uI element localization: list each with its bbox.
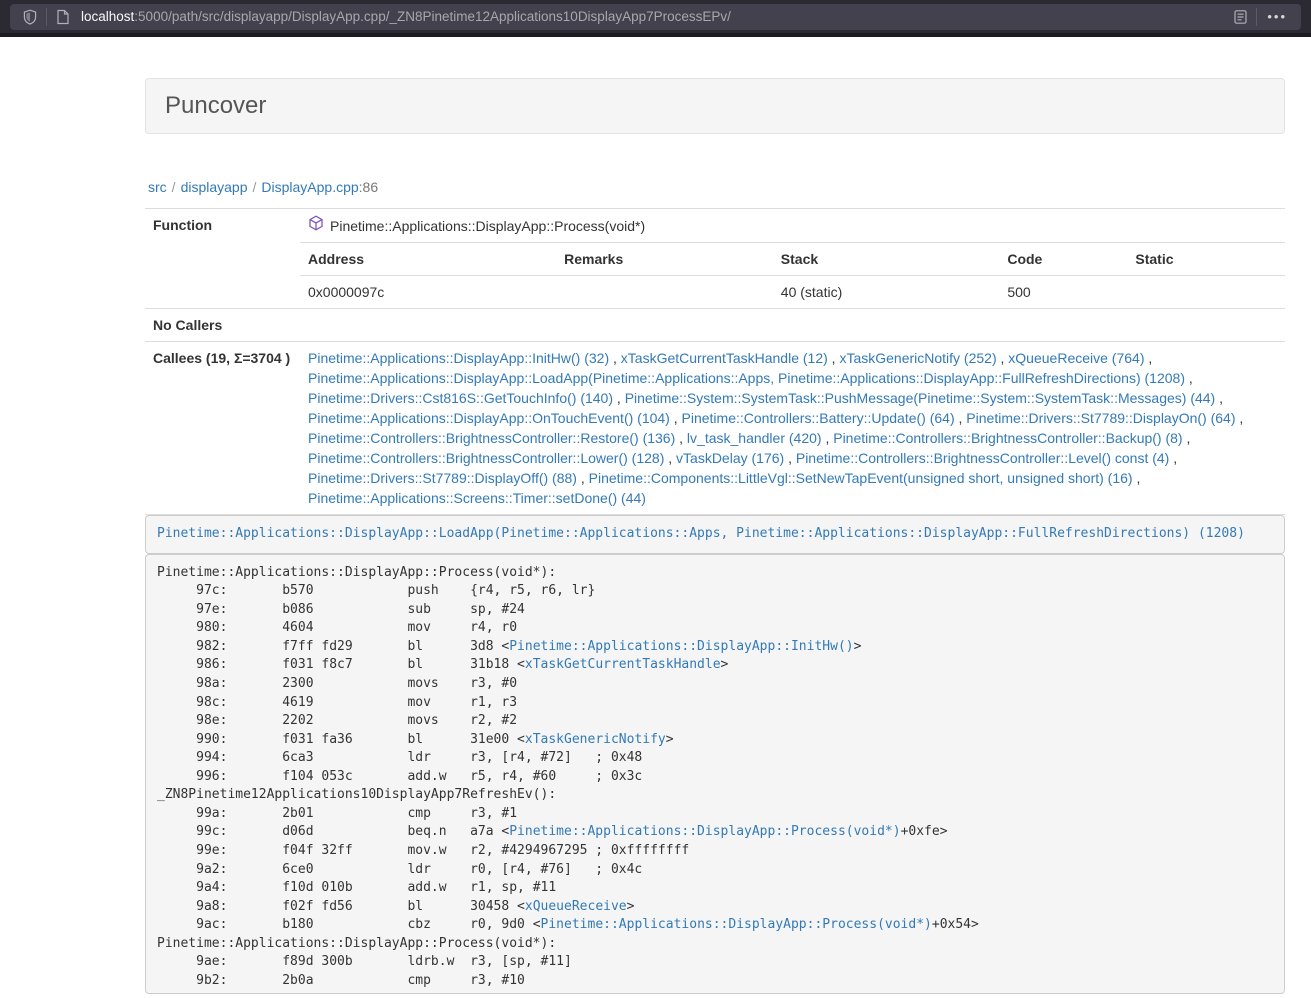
- callee-link[interactable]: Pinetime::Controllers::Battery::Update()…: [682, 410, 955, 426]
- function-row-label: Function: [145, 209, 300, 309]
- callees-label: Callees (19, Σ=3704 ): [145, 342, 300, 515]
- url-bar[interactable]: localhost:5000/path/src/displayapp/Displ…: [10, 4, 1301, 30]
- breadcrumb-link-src[interactable]: src: [148, 179, 167, 195]
- asm-symbol-link[interactable]: xTaskGenericNotify: [525, 732, 666, 747]
- callee-link[interactable]: Pinetime::Applications::DisplayApp::OnTo…: [308, 410, 670, 426]
- code-value: 500: [999, 276, 1127, 309]
- function-info-table: Function Pinetime::Applications::Display…: [145, 208, 1285, 515]
- toolbar-divider: [1256, 8, 1257, 26]
- callee-link[interactable]: Pinetime::Controllers::BrightnessControl…: [796, 450, 1169, 466]
- shield-icon[interactable]: [18, 6, 42, 28]
- callee-link[interactable]: Pinetime::Components::LittleVgl::SetNewT…: [589, 470, 1133, 486]
- callee-link[interactable]: Pinetime::Applications::Screens::Timer::…: [308, 490, 646, 506]
- callee-link[interactable]: xQueueReceive (764): [1008, 350, 1144, 366]
- col-header-code: Code: [999, 243, 1127, 276]
- static-value: [1127, 276, 1285, 309]
- callee-link[interactable]: lv_task_handler (420): [687, 430, 822, 446]
- stack-value: 40 (static): [773, 276, 1000, 309]
- callee-link[interactable]: Pinetime::Controllers::BrightnessControl…: [308, 450, 664, 466]
- function-name: Pinetime::Applications::DisplayApp::Proc…: [330, 216, 645, 236]
- asm-symbol-link[interactable]: Pinetime::Applications::DisplayApp::Proc…: [541, 917, 932, 932]
- app-title: Puncover: [165, 92, 1265, 120]
- page-container: Puncover src/displayapp/DisplayApp.cpp:8…: [145, 78, 1285, 994]
- breadcrumb-separator: /: [172, 179, 176, 195]
- callee-link[interactable]: Pinetime::Applications::DisplayApp::Init…: [308, 350, 609, 366]
- callee-link[interactable]: xTaskGetCurrentTaskHandle (12): [621, 350, 828, 366]
- url-text: localhost:5000/path/src/displayapp/Displ…: [81, 9, 1228, 24]
- callee-link[interactable]: vTaskDelay (176): [676, 450, 784, 466]
- chrome-bottom-strip: [0, 33, 1311, 37]
- callee-link[interactable]: Pinetime::Drivers::St7789::DisplayOff() …: [308, 470, 577, 486]
- callees-list: Pinetime::Applications::DisplayApp::Init…: [300, 342, 1285, 515]
- breadcrumb-separator: /: [253, 179, 257, 195]
- callee-link[interactable]: xTaskGenericNotify (252): [839, 350, 996, 366]
- address-value: 0x0000097c: [300, 276, 556, 309]
- asm-symbol-link[interactable]: Pinetime::Applications::DisplayApp::Proc…: [509, 824, 900, 839]
- breadcrumb-link-displayapp[interactable]: displayapp: [181, 179, 248, 195]
- no-callers-label: No Callers: [145, 309, 300, 342]
- asm-symbol-link[interactable]: xTaskGetCurrentTaskHandle: [525, 657, 721, 672]
- highlighted-callee-box: Pinetime::Applications::DisplayApp::Load…: [145, 515, 1285, 554]
- col-header-stack: Stack: [773, 243, 1000, 276]
- table-row: 0x0000097c 40 (static) 500: [300, 276, 1285, 309]
- callee-link[interactable]: Pinetime::Controllers::BrightnessControl…: [833, 430, 1182, 446]
- col-header-address: Address: [300, 243, 556, 276]
- assembly-listing: Pinetime::Applications::DisplayApp::Proc…: [145, 554, 1285, 994]
- page-actions-menu-icon[interactable]: •••: [1261, 9, 1293, 24]
- callee-link[interactable]: Pinetime::System::SystemTask::PushMessag…: [625, 390, 1216, 406]
- page-info-icon[interactable]: [51, 6, 75, 28]
- asm-symbol-link[interactable]: xQueueReceive: [525, 899, 627, 914]
- app-header-panel: Puncover: [145, 78, 1285, 134]
- remarks-value: [556, 276, 773, 309]
- callers-list: [300, 309, 1285, 342]
- highlighted-callee-link[interactable]: Pinetime::Applications::DisplayApp::Load…: [157, 526, 1245, 541]
- breadcrumb-link-file[interactable]: DisplayApp.cpp: [261, 179, 358, 195]
- url-path: :5000/path/src/displayapp/DisplayApp.cpp…: [134, 9, 731, 24]
- breadcrumb-line-number: :86: [359, 179, 378, 195]
- reader-mode-icon[interactable]: [1228, 6, 1252, 28]
- assembly-code: Pinetime::Applications::DisplayApp::Proc…: [157, 565, 979, 988]
- toolbar-divider: [46, 8, 47, 26]
- col-header-remarks: Remarks: [556, 243, 773, 276]
- callee-link[interactable]: Pinetime::Drivers::Cst816S::GetTouchInfo…: [308, 390, 613, 406]
- breadcrumb: src/displayapp/DisplayApp.cpp:86: [148, 179, 1282, 195]
- cube-icon: [308, 215, 324, 236]
- callee-link[interactable]: Pinetime::Applications::DisplayApp::Load…: [308, 370, 1185, 386]
- url-host: localhost: [81, 9, 134, 24]
- browser-toolbar: localhost:5000/path/src/displayapp/Displ…: [0, 0, 1311, 33]
- asm-symbol-link[interactable]: Pinetime::Applications::DisplayApp::Init…: [509, 639, 853, 654]
- callee-link[interactable]: Pinetime::Drivers::St7789::DisplayOn() (…: [966, 410, 1235, 426]
- col-header-static: Static: [1127, 243, 1285, 276]
- callee-link[interactable]: Pinetime::Controllers::BrightnessControl…: [308, 430, 675, 446]
- function-detail-table: Address Remarks Stack Code Static 0x0000…: [300, 243, 1285, 308]
